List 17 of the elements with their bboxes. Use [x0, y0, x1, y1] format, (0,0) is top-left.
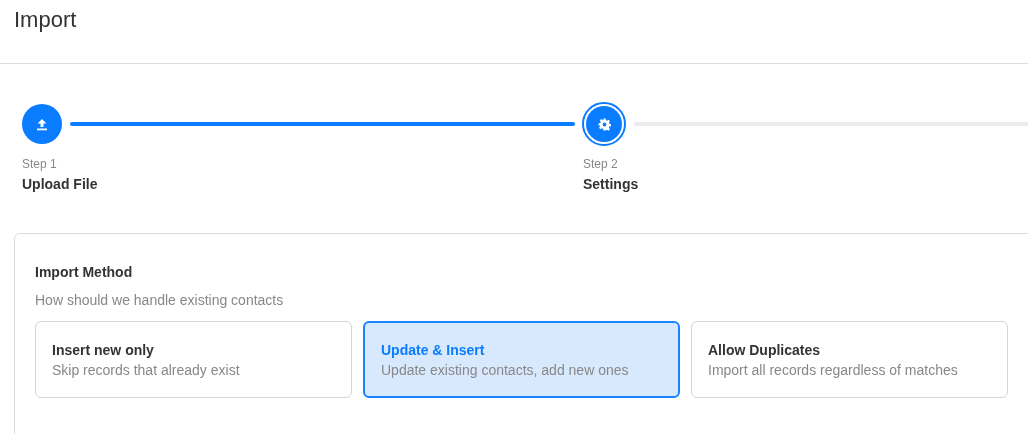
section-title: Import Method [35, 263, 134, 282]
import-method-option[interactable]: Insert new only Skip records that already exist [35, 321, 352, 398]
upload-icon [36, 117, 48, 131]
option-description: Skip records that already exist [52, 360, 241, 380]
settings-icon [597, 117, 611, 131]
option-title: Allow Duplicates [708, 340, 822, 360]
step-number: Step 1 [22, 156, 58, 172]
option-title: Insert new only [52, 340, 155, 360]
option-description: Update existing contacts, add new ones [381, 360, 630, 380]
option-title: Update & Insert [381, 340, 486, 360]
option-description: Import all records regardless of matches [708, 360, 959, 380]
import-method-option[interactable]: Allow Duplicates Import all records regardless of matches [691, 321, 1008, 398]
page-title: Import [14, 6, 78, 34]
step-number: Step 2 [583, 156, 619, 172]
step-label: Upload File [22, 175, 99, 194]
step-label: Settings [583, 175, 640, 194]
section-subtitle: How should we handle existing contacts [35, 291, 285, 310]
